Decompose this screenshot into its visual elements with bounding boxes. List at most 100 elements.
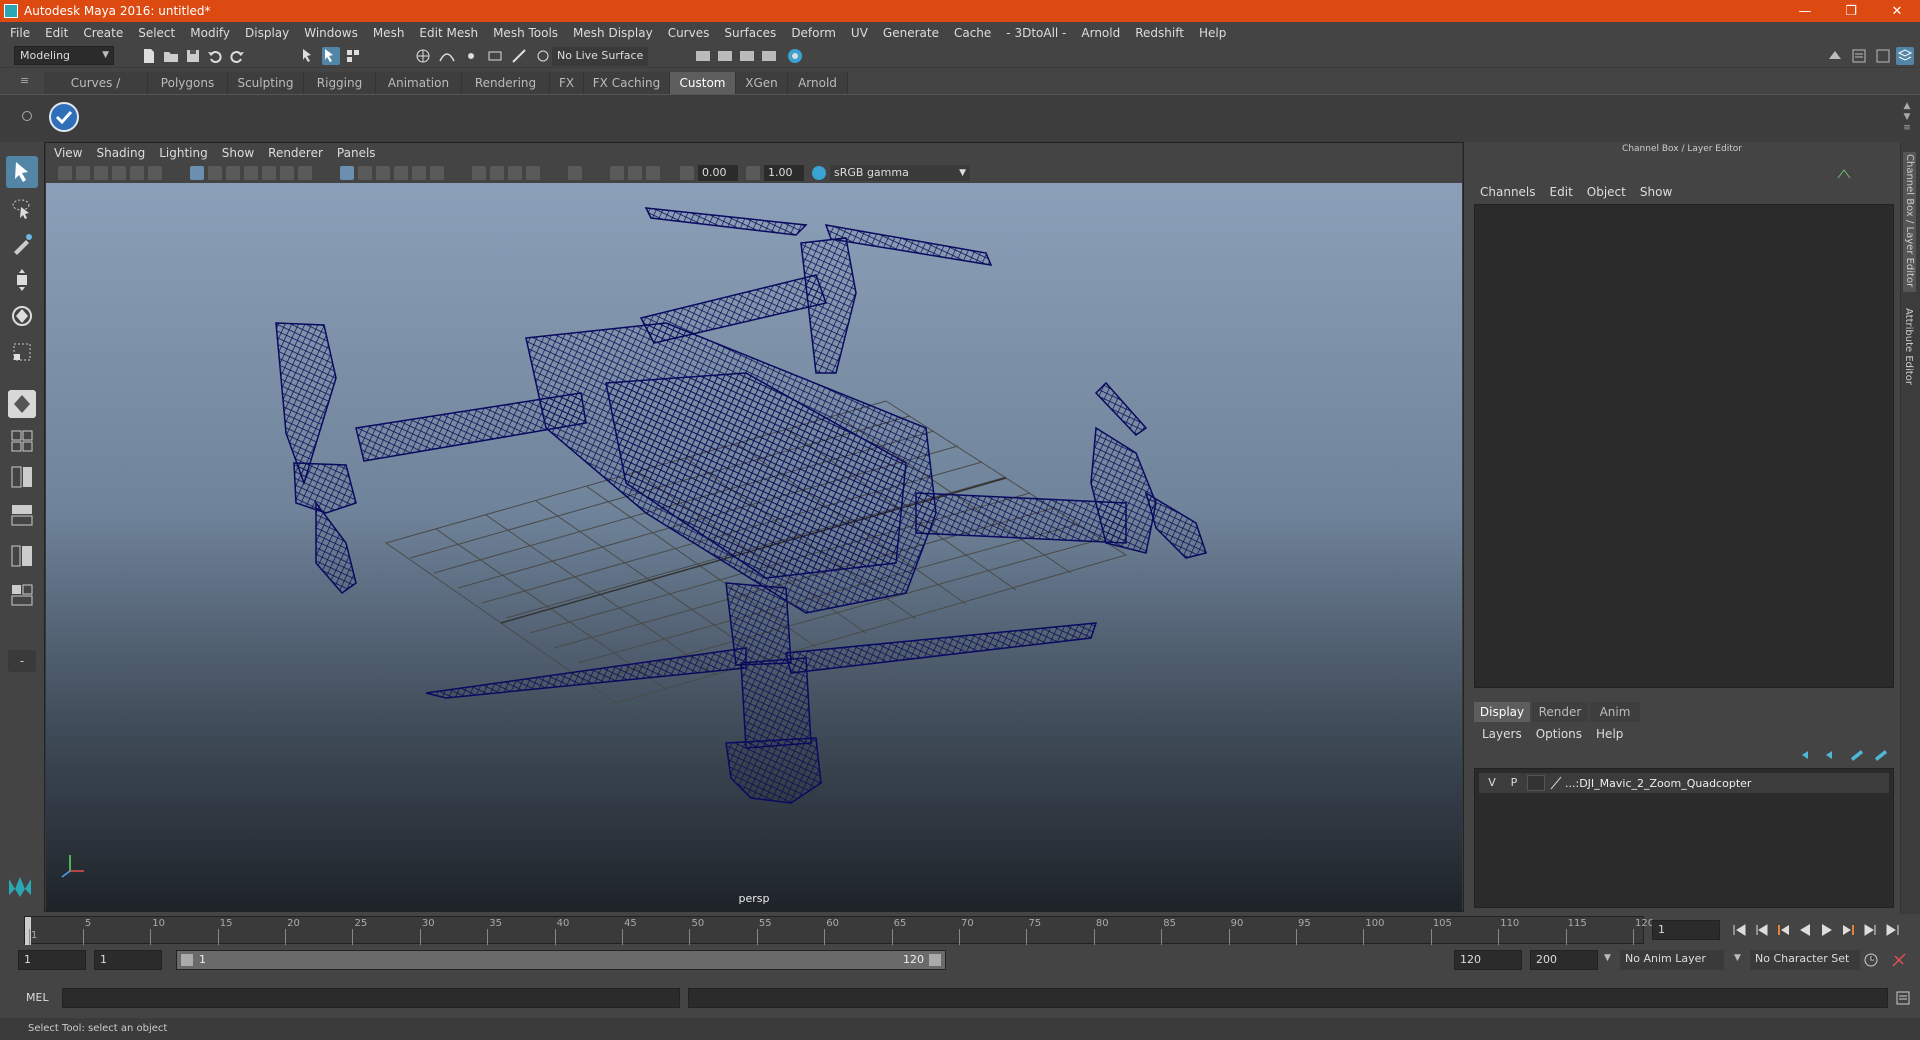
playback-start-field[interactable]: 1 (94, 950, 162, 970)
vp-menu-panels[interactable]: Panels (337, 146, 376, 160)
move-layer-up-icon[interactable] (1798, 746, 1816, 764)
menu-uv[interactable]: UV (851, 26, 868, 40)
open-scene-icon[interactable] (162, 47, 180, 65)
new-scene-icon[interactable] (140, 47, 158, 65)
step-forward-icon[interactable] (1862, 921, 1880, 939)
field-chart-icon[interactable] (262, 166, 276, 180)
tab-custom[interactable]: Custom (670, 72, 736, 94)
anti-aliasing-icon[interactable] (508, 166, 522, 180)
snap-point-icon[interactable] (462, 47, 480, 65)
save-scene-icon[interactable] (184, 47, 202, 65)
snap-grid-icon[interactable] (414, 47, 432, 65)
menu-surfaces[interactable]: Surfaces (724, 26, 776, 40)
two-view-layout-icon[interactable] (6, 462, 38, 492)
time-slider[interactable]: 1 5 10 15 20 25 30 35 40 45 50 55 60 65 70 75 80 85 90 95 10… (24, 916, 1654, 945)
menu-windows[interactable]: Windows (304, 26, 358, 40)
render-frame-icon[interactable] (716, 47, 734, 65)
start-time-field[interactable]: 1 (18, 950, 86, 970)
cb-menu-object[interactable]: Object (1587, 185, 1626, 199)
image-plane-icon[interactable] (112, 166, 126, 180)
snap-view-plane-icon[interactable] (486, 47, 504, 65)
paint-select-tool-icon[interactable] (6, 228, 38, 260)
new-layer-icon[interactable] (1848, 746, 1866, 764)
menu-generate[interactable]: Generate (883, 26, 939, 40)
range-slider[interactable]: 1 120 (176, 950, 946, 970)
character-set-chevron-icon[interactable]: ▼ (1734, 953, 1741, 963)
command-language-label[interactable]: MEL (26, 991, 49, 1004)
exposure-field[interactable]: 0.00 (698, 165, 738, 181)
shelf-menu-icon[interactable]: ≡ (20, 74, 34, 90)
gamma-icon[interactable] (746, 166, 760, 180)
end-time-field[interactable]: 200 (1530, 950, 1598, 970)
attribute-editor-toggle-icon[interactable] (1850, 47, 1868, 65)
restore-button[interactable]: ❐ (1828, 0, 1874, 22)
undo-icon[interactable] (206, 47, 224, 65)
le-menu-layers[interactable]: Layers (1482, 727, 1522, 741)
cb-menu-show[interactable]: Show (1640, 185, 1672, 199)
shadows-icon[interactable] (430, 166, 444, 180)
step-back-icon[interactable] (1752, 921, 1770, 939)
safe-action-icon[interactable] (280, 166, 294, 180)
menu-mesh-display[interactable]: Mesh Display (573, 26, 653, 40)
custom-checkmark-icon[interactable] (48, 101, 80, 133)
play-backward-icon[interactable] (1796, 921, 1814, 939)
move-tool-icon[interactable] (6, 264, 38, 296)
minimize-button[interactable]: — (1782, 0, 1828, 22)
menu-curves[interactable]: Curves (668, 26, 710, 40)
live-surface-field[interactable]: No Live Surface (552, 47, 648, 66)
vp-menu-renderer[interactable]: Renderer (268, 146, 323, 160)
tab-polygons[interactable]: Polygons (148, 72, 228, 94)
2d-pan-zoom-icon[interactable] (130, 166, 144, 180)
render-settings-icon[interactable] (694, 47, 712, 65)
gamma-field[interactable]: 1.00 (764, 165, 804, 181)
film-gate-icon[interactable] (208, 166, 222, 180)
auto-key-icon[interactable] (1862, 951, 1880, 969)
gate-mask-icon[interactable] (244, 166, 258, 180)
camera-attributes-icon[interactable] (76, 166, 90, 180)
vp-menu-lighting[interactable]: Lighting (159, 146, 208, 160)
cb-menu-edit[interactable]: Edit (1550, 185, 1573, 199)
menu-3dtoall[interactable]: - 3DtoAll - (1006, 26, 1066, 40)
character-set-dropdown[interactable]: No Character Set (1750, 950, 1860, 970)
step-forward-key-icon[interactable] (1840, 921, 1858, 939)
shelf-settings-icon[interactable] (22, 111, 32, 121)
redo-icon[interactable] (228, 47, 246, 65)
scale-tool-icon[interactable] (6, 336, 38, 368)
side-tab-attribute-editor[interactable]: Attribute Editor (1903, 308, 1914, 385)
lasso-tool-icon[interactable] (6, 192, 38, 224)
go-to-end-icon[interactable] (1884, 921, 1902, 939)
tab-render[interactable]: Render (1532, 702, 1588, 722)
current-frame-field[interactable]: 1 (1652, 920, 1720, 940)
step-back-key-icon[interactable] (1774, 921, 1792, 939)
script-editor-icon[interactable] (1894, 989, 1912, 1007)
grease-pencil-icon[interactable] (148, 166, 162, 180)
menu-create[interactable]: Create (83, 26, 123, 40)
menu-modify[interactable]: Modify (190, 26, 230, 40)
range-end-handle[interactable] (929, 954, 941, 966)
tab-anim[interactable]: Anim (1590, 702, 1640, 722)
menu-deform[interactable]: Deform (791, 26, 836, 40)
new-layer-selected-icon[interactable] (1872, 746, 1890, 764)
menu-cache[interactable]: Cache (954, 26, 991, 40)
layer-playback-toggle[interactable]: P (1505, 775, 1523, 791)
vp-menu-show[interactable]: Show (222, 146, 254, 160)
xray-joints-icon[interactable] (628, 166, 642, 180)
close-button[interactable]: ✕ (1874, 0, 1920, 22)
color-space-dropdown[interactable]: sRGB gamma ▼ (830, 165, 970, 181)
color-management-icon[interactable] (812, 166, 826, 180)
menu-mesh[interactable]: Mesh (373, 26, 405, 40)
vp-menu-shading[interactable]: Shading (96, 146, 145, 160)
resolution-gate-icon[interactable] (226, 166, 240, 180)
tool-settings-toggle-icon[interactable] (1874, 47, 1892, 65)
wireframe-on-shaded-icon[interactable] (376, 166, 390, 180)
side-tab-channel-box[interactable]: Channel Box / Layer Editor (1903, 152, 1916, 292)
menu-arnold[interactable]: Arnold (1081, 26, 1120, 40)
snap-pivot-icon[interactable] (534, 47, 552, 65)
tab-rigging[interactable]: Rigging (304, 72, 376, 94)
exposure-icon[interactable] (680, 166, 694, 180)
menu-edit[interactable]: Edit (45, 26, 68, 40)
render-view-icon[interactable] (786, 47, 804, 65)
playback-end-field[interactable]: 120 (1454, 950, 1522, 970)
outliner-layout-icon[interactable] (6, 538, 38, 574)
lights-icon[interactable] (412, 166, 426, 180)
